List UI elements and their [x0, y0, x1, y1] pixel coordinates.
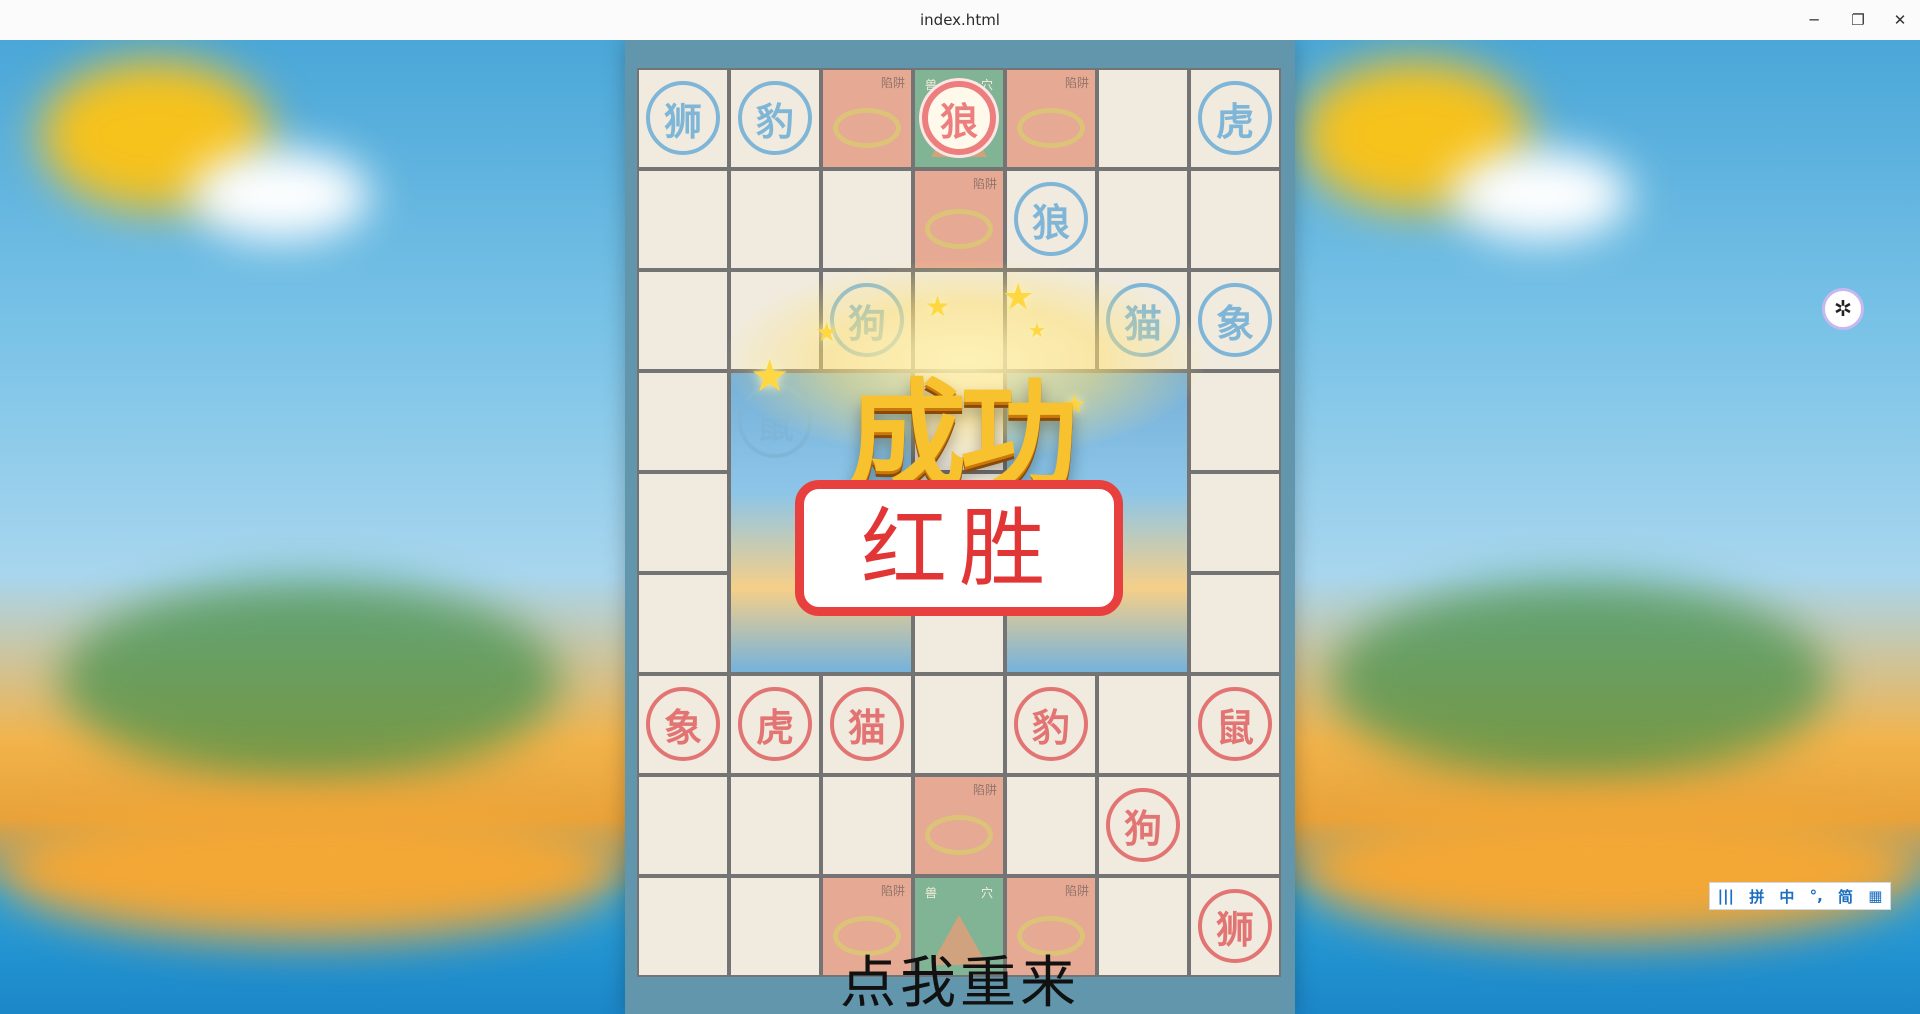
cloud-blur [1450, 150, 1630, 240]
star-icon: ★ [925, 290, 951, 323]
window-title: index.html [920, 11, 1000, 29]
window-titlebar: index.html ─ ❐ ✕ [0, 0, 1920, 41]
cloud-blur [190, 150, 370, 240]
ime-toolbar: ||| 拼 中 °, 简 ▦ [1709, 882, 1891, 910]
restart-button[interactable]: 点我重来 [830, 938, 1090, 1014]
star-icon: ★ [1002, 277, 1035, 318]
minimize-button[interactable]: ─ [1792, 0, 1836, 40]
maximize-button[interactable]: ❐ [1836, 0, 1880, 40]
palm-blur [1330, 580, 1830, 780]
close-button[interactable]: ✕ [1878, 0, 1920, 40]
assistant-icon[interactable]: ✲ [1822, 288, 1864, 330]
ime-menu-icon[interactable]: ▦ [1868, 887, 1882, 905]
ime-pinyin[interactable]: 拼 [1749, 886, 1764, 907]
ime-language-toggle[interactable]: 中 [1779, 886, 1794, 907]
palm-blur [60, 580, 560, 780]
winner-label: 红胜 [795, 480, 1123, 616]
sand-blur [0, 800, 620, 940]
page-background: 陷阱兽穴陷阱陷阱陷阱陷阱兽穴陷阱狮豹狼虎狼狗猫象鼠象虎猫豹鼠狗狮 ★ ★ ★ ★… [0, 40, 1920, 1014]
game-area: 陷阱兽穴陷阱陷阱陷阱陷阱兽穴陷阱狮豹狼虎狼狗猫象鼠象虎猫豹鼠狗狮 ★ ★ ★ ★… [625, 40, 1295, 1014]
star-icon: ★ [1028, 318, 1046, 342]
ime-script-toggle[interactable]: 简 [1838, 886, 1853, 907]
star-icon: ★ [750, 351, 790, 402]
voice-input-icon[interactable]: ||| [1718, 887, 1734, 905]
sand-blur [1300, 800, 1920, 940]
ime-punctuation-toggle[interactable]: °, [1810, 887, 1823, 905]
